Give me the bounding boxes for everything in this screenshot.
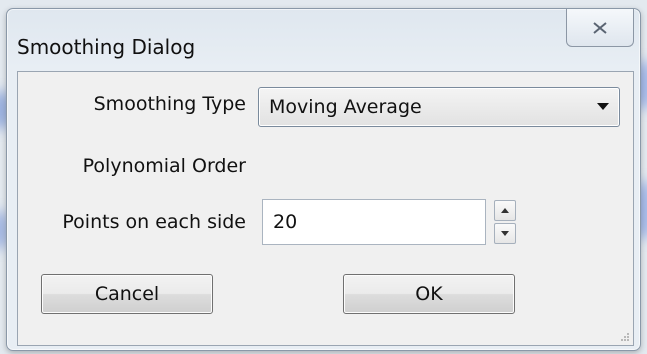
dialog-body: Smoothing Type Moving Average Polynomial…	[17, 71, 634, 346]
smoothing-dialog-window: Smoothing Dialog Smoothing Type Moving A…	[6, 8, 641, 351]
title-bar[interactable]: Smoothing Dialog	[7, 9, 640, 61]
points-input[interactable]: 20	[262, 199, 486, 245]
spin-down-button[interactable]	[494, 223, 516, 244]
smoothing-type-value: Moving Average	[269, 96, 422, 118]
chevron-down-icon	[597, 103, 609, 110]
close-button[interactable]	[566, 9, 634, 47]
window-title: Smoothing Dialog	[17, 35, 196, 59]
triangle-down-icon	[501, 231, 509, 236]
resize-grip-icon[interactable]	[619, 331, 629, 341]
cancel-button[interactable]: Cancel	[41, 274, 213, 314]
polynomial-order-label: Polynomial Order	[82, 155, 246, 177]
points-on-each-side-label: Points on each side	[62, 211, 246, 233]
points-spinner	[494, 200, 516, 244]
smoothing-type-label: Smoothing Type	[93, 93, 246, 115]
close-icon	[593, 21, 607, 34]
points-value: 20	[273, 211, 298, 233]
ok-button[interactable]: OK	[343, 274, 515, 314]
smoothing-type-select[interactable]: Moving Average	[258, 87, 620, 127]
triangle-up-icon	[501, 208, 509, 213]
spin-up-button[interactable]	[494, 200, 516, 221]
